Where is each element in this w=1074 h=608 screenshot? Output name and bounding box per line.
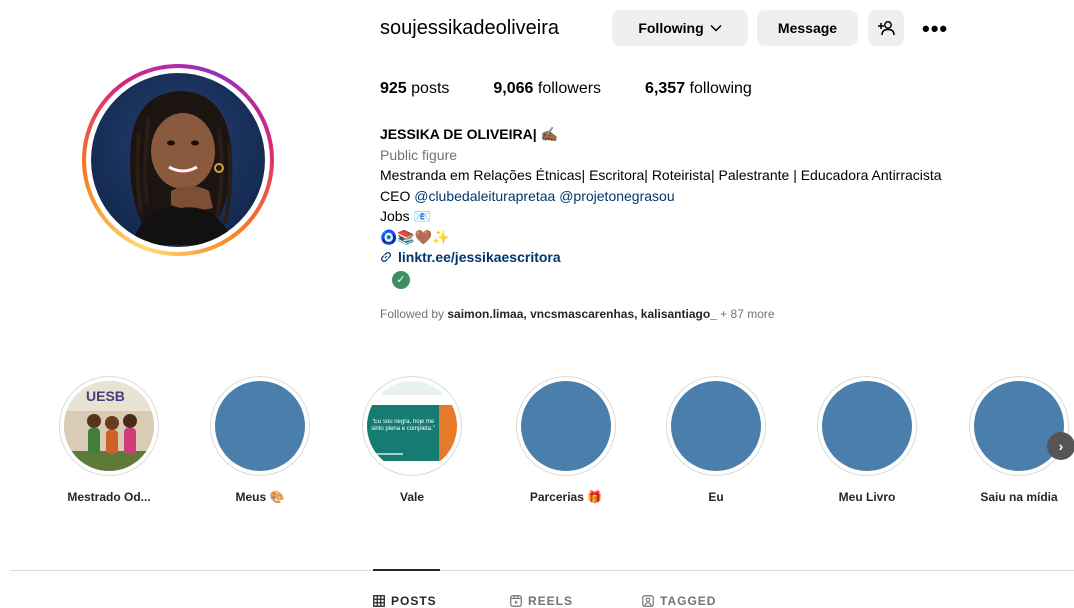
following-count: 6,357: [645, 80, 686, 97]
uesb-text: UESB: [86, 388, 125, 404]
followed-by-users: saimon.limaa, vncsmascarenhas, kalisanti…: [447, 307, 717, 321]
external-link[interactable]: linktr.ee/jessikaescritora: [398, 249, 561, 265]
verified-row: ✓: [380, 268, 942, 289]
highlight-cover-image: [822, 381, 912, 471]
highlight-ring: "Eu sou negra, hoje me sinto plena e com…: [362, 376, 462, 476]
chevron-down-icon: [710, 24, 722, 32]
mention-link-1[interactable]: @clubedaleiturapretaa: [414, 188, 555, 204]
message-button-label: Message: [777, 20, 838, 36]
followed-by-prefix: Followed by: [380, 307, 448, 321]
posts-label: posts: [411, 80, 450, 97]
bio-ceo-line: CEO @clubedaleiturapretaa @projetonegras…: [380, 186, 942, 207]
highlight-cover-image: "Eu sou negra, hoje me sinto plena e com…: [367, 381, 457, 471]
bio-emojis: 🧿📚🤎✨: [380, 228, 450, 245]
followers-count: 9,066: [493, 80, 534, 97]
bio-name: JESSIKA DE OLIVEIRA| ✍🏾: [380, 126, 558, 142]
highlight-label: Meu Livro: [838, 490, 896, 504]
bio-link-row[interactable]: linktr.ee/jessikaescritora: [380, 247, 942, 268]
posts-stat: 925 posts: [380, 80, 449, 98]
highlight-item[interactable]: Parcerias 🎁: [511, 376, 621, 504]
highlight-ring: [817, 376, 917, 476]
highlight-cover-image: UESB: [64, 381, 154, 471]
highlight-cover-image: [215, 381, 305, 471]
followers-stat[interactable]: 9,066 followers: [493, 80, 601, 98]
avatar-image: [130, 91, 233, 245]
highlight-cover-image: [671, 381, 761, 471]
highlight-vale-image: "Eu sou negra, hoje me sinto plena e com…: [367, 381, 457, 471]
avatar[interactable]: [91, 73, 265, 247]
highlight-cover-image: [974, 381, 1064, 471]
bio-description: Mestranda em Relações Étnicas| Escritora…: [380, 167, 942, 183]
highlight-ring: [210, 376, 310, 476]
bio-jobs: Jobs 📧: [380, 208, 431, 224]
followers-label: followers: [537, 80, 602, 97]
highlight-cover-image: [521, 381, 611, 471]
followed-by[interactable]: Followed by saimon.limaa, vncsmascarenha…: [380, 307, 775, 321]
link-icon: [381, 252, 391, 262]
tab-tagged[interactable]: TAGGED: [642, 594, 716, 608]
highlight-item[interactable]: Meu Livro: [812, 376, 922, 504]
highlight-label: Mestrado Od...: [67, 490, 151, 504]
bio-ceo-prefix: CEO: [380, 187, 415, 204]
check-circle-icon: ✓: [392, 270, 410, 289]
tab-reels-label: REELS: [528, 594, 574, 608]
profile-bio: JESSIKA DE OLIVEIRA| ✍🏾 Public figure Me…: [380, 124, 942, 289]
followed-by-more: + 87 more: [716, 307, 775, 321]
profile-avatar-ring[interactable]: [82, 64, 274, 256]
add-user-button[interactable]: [868, 10, 904, 46]
highlight-uesb-image: UESB: [64, 381, 154, 471]
highlight-item[interactable]: Eu: [661, 376, 771, 504]
chevron-right-icon[interactable]: ›: [1047, 432, 1074, 460]
highlight-ring: [516, 376, 616, 476]
tagged-icon: [642, 595, 654, 607]
highlight-ring: [666, 376, 766, 476]
following-stat[interactable]: 6,357 following: [645, 80, 752, 98]
grid-icon: [373, 595, 385, 607]
mention-link-2[interactable]: @projetonegrasou: [559, 188, 674, 204]
highlight-ring: [969, 376, 1069, 476]
tab-tagged-label: TAGGED: [660, 594, 717, 608]
story-highlights: UESB Mestrado Od... Meus 🎨 "Eu sou negra…: [0, 376, 1074, 516]
following-button[interactable]: Following: [612, 10, 748, 46]
tab-posts[interactable]: POSTS: [373, 594, 437, 608]
highlight-item[interactable]: Meus 🎨: [205, 376, 315, 504]
vale-quote-text: "Eu sou negra, hoje me sinto plena e com…: [371, 419, 435, 432]
avatar-inner: [86, 68, 270, 252]
highlight-label: Vale: [399, 490, 425, 504]
tab-reels[interactable]: REELS: [510, 594, 573, 608]
tabs-divider: [10, 570, 1074, 571]
active-tab-indicator: [373, 569, 440, 571]
more-options-icon[interactable]: •••: [922, 16, 948, 42]
highlight-label: Meus 🎨: [235, 490, 285, 504]
highlight-ring: UESB: [59, 376, 159, 476]
bio-category: Public figure: [380, 146, 458, 163]
highlight-item[interactable]: UESB Mestrado Od...: [54, 376, 164, 504]
profile-stats: 925 posts 9,066 followers 6,357 followin…: [380, 80, 796, 98]
following-button-label: Following: [638, 20, 704, 36]
message-button[interactable]: Message: [757, 10, 858, 46]
highlight-label: Eu: [708, 490, 724, 504]
profile-username: soujessikadeoliveira: [380, 17, 559, 39]
tab-posts-label: POSTS: [391, 594, 437, 608]
following-label: following: [689, 80, 752, 97]
highlight-label: Saiu na mídia: [980, 490, 1058, 504]
reels-icon: [510, 595, 522, 607]
highlight-item[interactable]: "Eu sou negra, hoje me sinto plena e com…: [357, 376, 467, 504]
highlight-label: Parcerias 🎁: [529, 490, 603, 504]
posts-count: 925: [380, 80, 407, 97]
add-user-icon: [878, 21, 895, 36]
